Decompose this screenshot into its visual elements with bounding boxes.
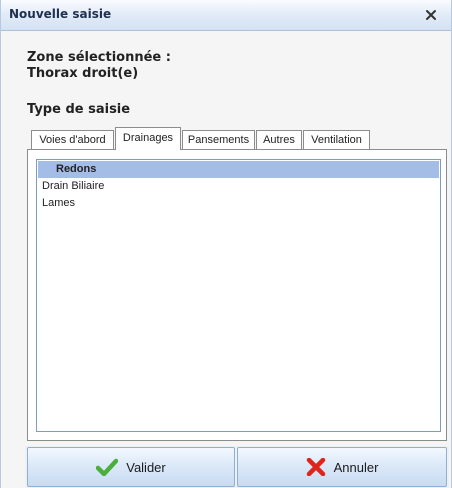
close-button[interactable]: [419, 5, 443, 25]
list-item-redons[interactable]: Redons: [38, 161, 439, 178]
tab-pansements[interactable]: Pansements: [182, 130, 255, 150]
list-item-lames[interactable]: Lames: [38, 195, 439, 212]
tab-drainages[interactable]: Drainages: [115, 127, 181, 150]
dialog-window: Nouvelle saisie Zone sélectionnée : Thor…: [0, 0, 452, 488]
check-icon: [96, 458, 119, 476]
drainage-listbox[interactable]: Redons Drain Biliaire Lames: [36, 159, 441, 432]
list-item-drain-biliaire[interactable]: Drain Biliaire: [38, 178, 439, 195]
close-icon: [426, 10, 436, 20]
list-item-label: Redons: [56, 163, 97, 175]
list-item-label: Lames: [42, 197, 76, 209]
entry-type-label: Type de saisie: [27, 102, 131, 117]
validate-button[interactable]: Valider: [27, 447, 235, 487]
tab-voies-d-abord[interactable]: Voies d'abord: [31, 130, 114, 150]
title-bar[interactable]: Nouvelle saisie: [1, 0, 451, 31]
list-item-label: Drain Biliaire: [42, 180, 105, 192]
zone-value: Thorax droit(e): [27, 66, 139, 81]
window-title: Nouvelle saisie: [9, 7, 112, 21]
zone-label: Zone sélectionnée :: [27, 50, 171, 65]
tab-autres[interactable]: Autres: [256, 130, 302, 150]
cancel-button-label: Annuler: [333, 459, 379, 475]
x-icon: [306, 458, 325, 476]
cancel-button[interactable]: Annuler: [237, 447, 447, 487]
validate-button-label: Valider: [126, 459, 166, 475]
tab-ventilation[interactable]: Ventilation: [303, 130, 370, 150]
